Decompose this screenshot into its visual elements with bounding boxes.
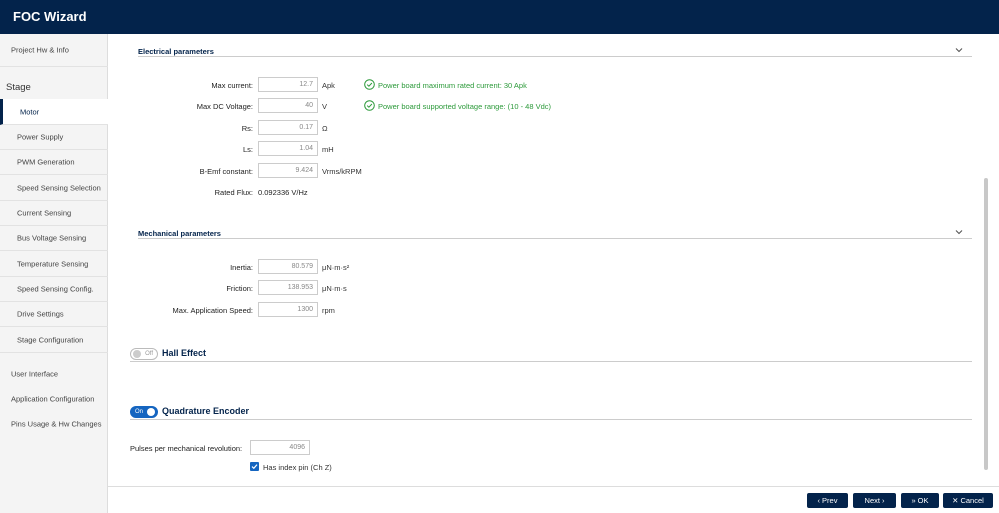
friction-label: Friction: — [226, 284, 253, 293]
ls-input[interactable] — [258, 141, 318, 156]
max-dc-voltage-label: Max DC Voltage: — [196, 102, 253, 111]
electrical-section-title: Electrical parameters — [138, 47, 214, 56]
bemf-label: B-Emf constant: — [199, 167, 253, 176]
check-circle-icon — [364, 79, 375, 90]
max-dc-voltage-input[interactable] — [258, 98, 318, 113]
ls-unit: mH — [322, 145, 334, 154]
rs-label: Rs: — [241, 124, 253, 133]
check-circle-icon — [364, 100, 375, 111]
max-speed-label: Max. Application Speed: — [172, 306, 253, 315]
scrollbar-thumb[interactable] — [984, 178, 988, 470]
title-bar: FOC Wizard — [0, 0, 999, 34]
rs-unit: Ω — [322, 124, 328, 133]
quadrature-encoder-row: On Quadrature Encoder — [130, 406, 972, 420]
sidebar-item-stage-configuration[interactable]: Stage Configuration — [0, 327, 108, 353]
max-current-status: Power board maximum rated current: 30 Ap… — [378, 81, 527, 90]
hall-effect-toggle[interactable]: Off — [130, 348, 158, 360]
index-pin-checkbox[interactable] — [250, 462, 259, 471]
next-button[interactable]: Next › — [853, 493, 896, 508]
sidebar-item-user-interface[interactable]: User Interface — [0, 361, 108, 386]
sidebar-item-motor[interactable]: Motor — [0, 99, 108, 125]
chevron-right-icon: › — [881, 496, 885, 505]
inertia-unit: μN·m·s² — [322, 263, 350, 272]
max-speed-unit: rpm — [322, 306, 335, 315]
chevron-down-icon[interactable] — [954, 227, 964, 237]
quadrature-encoder-toggle-label: On — [135, 409, 144, 415]
sidebar-item-drive-settings[interactable]: Drive Settings — [0, 302, 108, 327]
sidebar-item-temperature-sensing[interactable]: Temperature Sensing — [0, 251, 108, 277]
rated-flux-label: Rated Flux: — [214, 188, 253, 197]
pulses-label: Pulses per mechanical revolution: — [130, 444, 243, 453]
max-current-unit: Apk — [322, 81, 335, 90]
footer-bar: ‹ Prev Next › » OK ✕ Cancel — [108, 486, 999, 513]
sidebar-item-power-supply[interactable]: Power Supply — [0, 125, 108, 150]
pulses-input[interactable] — [250, 440, 310, 455]
max-dc-voltage-status: Power board supported voltage range: (10… — [378, 102, 552, 111]
toggle-knob — [133, 350, 141, 358]
rs-input[interactable] — [258, 120, 318, 135]
hall-effect-title: Hall Effect — [162, 348, 207, 358]
sidebar-item-pwm-generation[interactable]: PWM Generation — [0, 150, 108, 175]
max-current-input[interactable] — [258, 77, 318, 92]
max-current-label: Max current: — [211, 81, 253, 90]
sidebar-item-bus-voltage-sensing[interactable]: Bus Voltage Sensing — [0, 226, 108, 251]
toggle-knob — [147, 408, 155, 416]
inertia-input[interactable] — [258, 259, 318, 274]
ok-button[interactable]: » OK — [901, 493, 939, 508]
sidebar: Project Hw & Info Stage Motor Power Supp… — [0, 34, 108, 513]
main-content: Electrical parameters Max current: Apk P… — [108, 34, 999, 513]
sidebar-item-pins-usage[interactable]: Pins Usage & Hw Changes — [0, 411, 108, 437]
mechanical-section-header[interactable]: Mechanical parameters — [138, 229, 972, 239]
max-speed-input[interactable] — [258, 302, 318, 317]
sidebar-item-speed-sensing-config[interactable]: Speed Sensing Config. — [0, 277, 108, 302]
double-chevron-right-icon: » — [911, 496, 916, 505]
sidebar-item-current-sensing[interactable]: Current Sensing — [0, 201, 108, 226]
chevron-left-icon: ‹ — [817, 496, 821, 505]
hall-effect-row: Off Hall Effect — [130, 348, 972, 362]
friction-unit: μN·m·s — [322, 284, 347, 293]
cancel-button[interactable]: ✕ Cancel — [943, 493, 993, 508]
bemf-unit: Vrms/kRPM — [322, 167, 362, 176]
close-icon: ✕ — [952, 496, 959, 505]
electrical-section-header[interactable]: Electrical parameters — [138, 47, 972, 57]
sidebar-item-application-configuration[interactable]: Application Configuration — [0, 386, 108, 411]
sidebar-heading-stage: Stage — [6, 82, 31, 93]
inertia-label: Inertia: — [230, 263, 253, 272]
sidebar-item-project[interactable]: Project Hw & Info — [0, 34, 108, 67]
prev-button[interactable]: ‹ Prev — [807, 493, 848, 508]
checkmark-icon — [251, 464, 258, 470]
max-dc-voltage-unit: V — [322, 102, 328, 111]
quadrature-encoder-title: Quadrature Encoder — [162, 406, 250, 416]
quadrature-encoder-toggle[interactable]: On — [130, 406, 158, 418]
mechanical-section-title: Mechanical parameters — [138, 229, 221, 238]
friction-input[interactable] — [258, 280, 318, 295]
rated-flux-value: 0.092336 V/Hz — [258, 188, 308, 197]
index-pin-label: Has index pin (Ch Z) — [263, 463, 332, 472]
sidebar-item-speed-sensing-selection[interactable]: Speed Sensing Selection — [0, 175, 108, 201]
ls-label: Ls: — [242, 145, 253, 154]
app-title: FOC Wizard — [13, 9, 87, 24]
bemf-input[interactable] — [258, 163, 318, 178]
chevron-down-icon[interactable] — [954, 45, 964, 55]
hall-effect-toggle-label: Off — [145, 351, 153, 357]
